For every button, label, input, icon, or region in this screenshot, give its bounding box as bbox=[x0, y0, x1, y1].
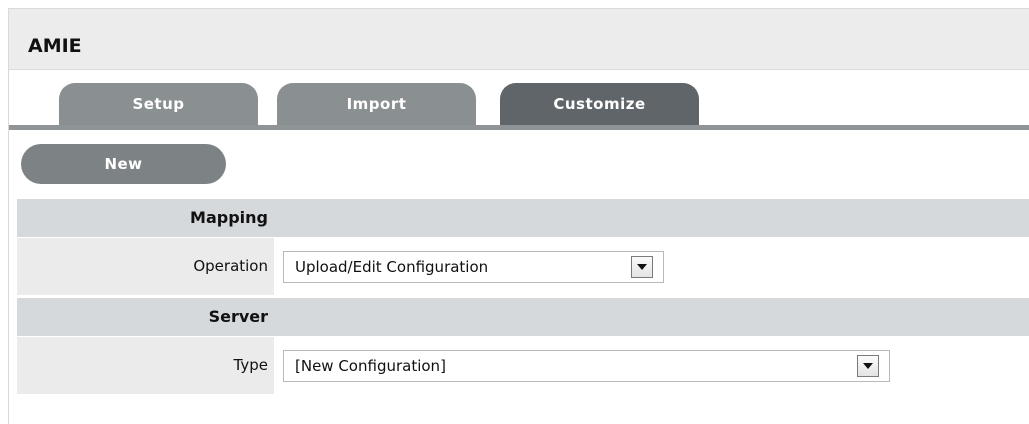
tab-divider bbox=[9, 125, 1029, 130]
tab-customize[interactable]: Customize bbox=[500, 83, 699, 125]
title-bar: AMIE bbox=[9, 9, 1029, 70]
chevron-down-icon[interactable] bbox=[631, 256, 653, 278]
new-button[interactable]: New bbox=[21, 144, 226, 184]
type-select[interactable]: [New Configuration] bbox=[283, 350, 890, 382]
mapping-section-header: Mapping bbox=[17, 199, 1029, 237]
chevron-down-icon[interactable] bbox=[857, 355, 879, 377]
operation-value: Upload/Edit Configuration bbox=[295, 258, 489, 276]
tab-bar: Setup Import Customize bbox=[9, 70, 1029, 131]
server-heading: Server bbox=[208, 307, 268, 326]
operation-label: Operation bbox=[17, 238, 274, 295]
tab-import[interactable]: Import bbox=[277, 83, 476, 125]
type-value: [New Configuration] bbox=[295, 357, 446, 375]
tab-setup[interactable]: Setup bbox=[59, 83, 258, 125]
server-section-header: Server bbox=[17, 298, 1029, 336]
operation-select[interactable]: Upload/Edit Configuration bbox=[283, 251, 664, 283]
page-title: AMIE bbox=[28, 35, 82, 57]
mapping-heading: Mapping bbox=[190, 208, 268, 227]
type-label: Type bbox=[17, 337, 274, 394]
